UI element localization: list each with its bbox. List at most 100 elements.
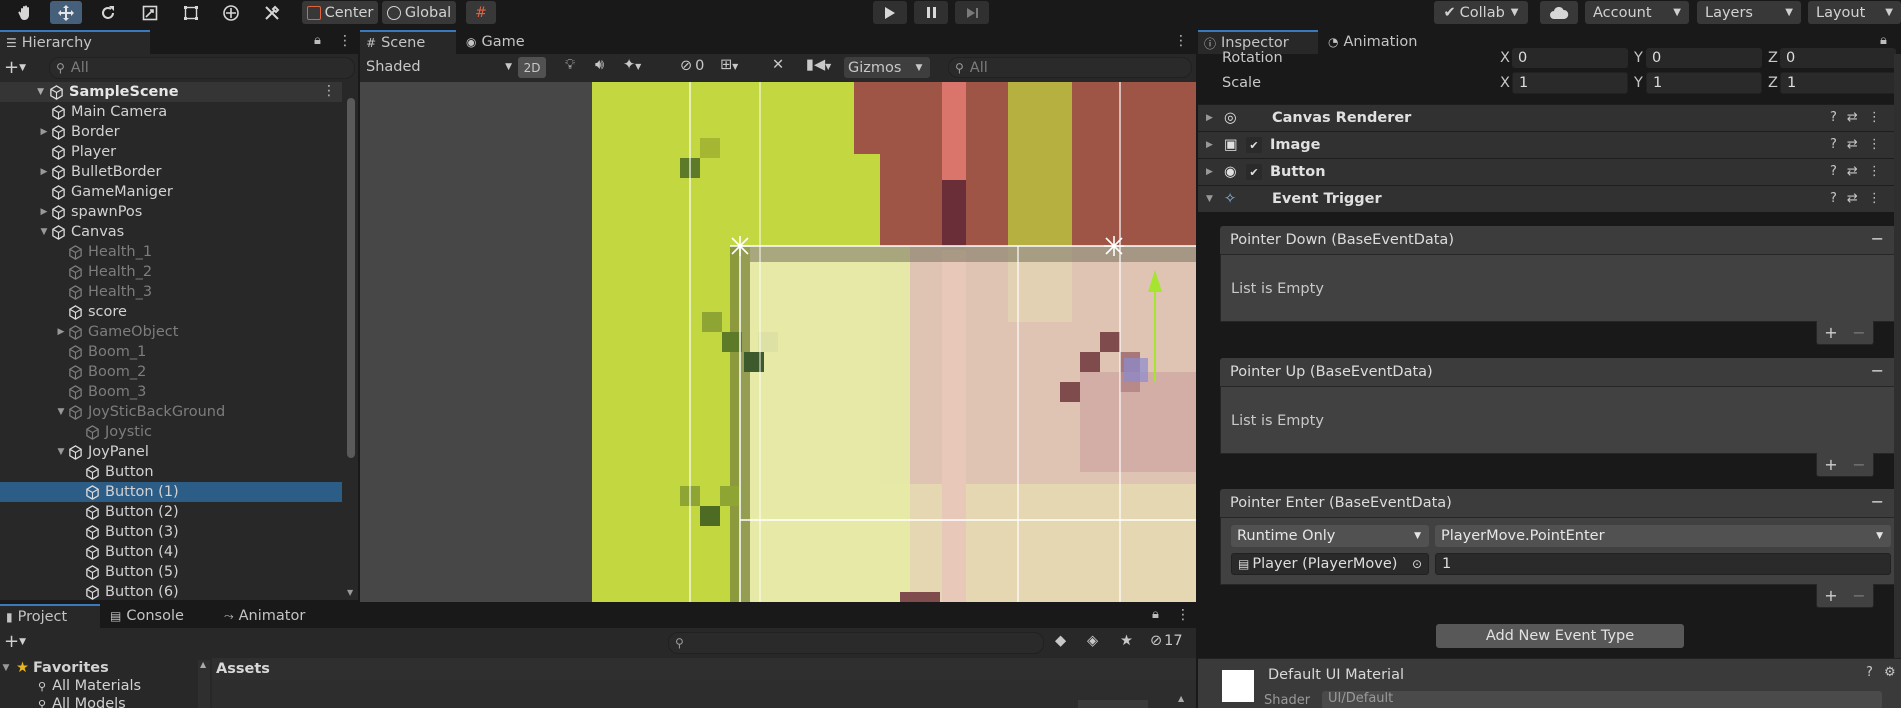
layers-dropdown[interactable]: Layers ▼ (1697, 1, 1801, 24)
effects-icon[interactable]: ✦▼ (623, 57, 641, 73)
scroll-up-icon[interactable]: ▲ (200, 660, 206, 669)
hierarchy-scrollbar[interactable]: ▼ (344, 82, 358, 600)
kebab-menu-icon[interactable]: ⋮ (1868, 191, 1881, 206)
rotate-tool-icon[interactable] (92, 1, 124, 24)
add-listener-button[interactable]: + (1824, 323, 1837, 342)
lighting-icon[interactable]: 💡︎ (565, 57, 575, 73)
hierarchy-item[interactable]: ▶ Border (0, 122, 342, 142)
add-listener-button[interactable]: + (1824, 455, 1837, 474)
rotation-z-field[interactable]: 0 (1780, 48, 1896, 68)
scroll-down-icon[interactable]: ▼ (347, 588, 353, 597)
scene-root-row[interactable]: ▼ SampleScene ⋮ (0, 82, 342, 102)
tab-game[interactable]: ◉ Game (460, 30, 540, 54)
expand-arrow-icon[interactable]: ▶ (55, 327, 67, 337)
preset-icon[interactable]: ⇄ (1847, 164, 1858, 179)
enabled-checkbox[interactable]: ✔ (1246, 164, 1262, 180)
tab-console[interactable]: ▤ Console (104, 604, 204, 628)
hierarchy-item[interactable]: Button (1) (0, 482, 342, 502)
tab-hierarchy[interactable]: ☰ Hierarchy (0, 30, 150, 54)
pivot-center-toggle[interactable]: Center (302, 1, 378, 24)
scale-tool-icon[interactable] (134, 1, 166, 24)
scale-x-field[interactable]: 1 (1512, 72, 1628, 94)
scrollbar-thumb[interactable] (347, 98, 355, 458)
expand-arrow-icon[interactable]: ▶ (38, 127, 50, 137)
layout-dropdown[interactable]: Layout ▼ (1808, 1, 1901, 24)
kebab-menu-icon[interactable]: ⋮ (1868, 164, 1881, 179)
hierarchy-item[interactable]: Health_1 (0, 242, 342, 262)
hierarchy-item[interactable]: Button (5) (0, 562, 342, 582)
favorites-row[interactable]: ▼ ★ Favorites (0, 658, 212, 678)
hierarchy-item[interactable]: ▶ BulletBorder (0, 162, 342, 182)
collab-dropdown[interactable]: ✔ Collab ▼ (1434, 1, 1528, 24)
scene-search-input[interactable]: ⚲ All (948, 57, 1192, 78)
hierarchy-item[interactable]: Button (3) (0, 522, 342, 542)
hierarchy-item[interactable]: Button (2) (0, 502, 342, 522)
camera-icon[interactable]: ▮◀▼ (806, 57, 831, 73)
expand-arrow-icon[interactable]: ▶ (38, 207, 50, 217)
step-button[interactable] (955, 1, 989, 24)
remove-listener-button[interactable]: − (1852, 455, 1865, 474)
hierarchy-item[interactable]: ▼ JoyPanel (0, 442, 342, 462)
move-tool-icon[interactable] (50, 1, 82, 24)
create-button[interactable]: +▼ (4, 58, 26, 78)
rect-tool-icon[interactable] (175, 1, 207, 24)
settings-icon[interactable]: ⚙ (1884, 665, 1896, 680)
preset-icon[interactable]: ⇄ (1847, 137, 1858, 152)
scene-visibility-toggle[interactable]: ⊘ 0 (680, 58, 704, 74)
hand-tool-icon[interactable] (10, 1, 42, 24)
expand-arrow-icon[interactable]: ▶ (1206, 140, 1220, 150)
expand-arrow-icon[interactable]: ▼ (0, 87, 44, 97)
help-icon[interactable]: ? (1830, 191, 1837, 206)
hierarchy-item[interactable]: Boom_2 (0, 362, 342, 382)
rotation-x-field[interactable]: 0 (1512, 48, 1628, 68)
rotation-y-field[interactable]: 0 (1646, 48, 1762, 68)
component-canvas-renderer[interactable]: ▶ ◎ Canvas Renderer (1198, 104, 1901, 131)
hierarchy-item[interactable]: ▼ JoySticBackGround (0, 402, 342, 422)
hierarchy-item[interactable]: Health_3 (0, 282, 342, 302)
tab-animator[interactable]: ⤳ Animator (218, 604, 318, 628)
add-listener-button[interactable]: + (1824, 586, 1837, 605)
hierarchy-item[interactable]: Boom_1 (0, 342, 342, 362)
remove-event-button[interactable]: − (1871, 229, 1884, 248)
help-icon[interactable]: ? (1830, 110, 1837, 125)
kebab-menu-icon[interactable]: ⋮ (1868, 137, 1881, 152)
kebab-menu-icon[interactable]: ⋮ (338, 33, 352, 49)
pause-button[interactable] (914, 1, 948, 24)
component-image[interactable]: ▶ ▣ ✔ Image (1198, 131, 1901, 158)
scroll-up-icon[interactable]: ▲ (1178, 694, 1184, 703)
grid-snap-icon[interactable]: ⊞▼ (720, 57, 738, 73)
play-button[interactable] (873, 1, 907, 24)
hierarchy-item[interactable]: ▼ Canvas (0, 222, 342, 242)
favorites-scrollbar[interactable]: ▲ (198, 660, 210, 708)
hierarchy-item[interactable]: GameManiger (0, 182, 342, 202)
kebab-menu-icon[interactable]: ⋮ (1174, 33, 1188, 49)
hierarchy-item[interactable]: Boom_3 (0, 382, 342, 402)
hierarchy-item[interactable]: Button (6) (0, 582, 342, 600)
favorite-item[interactable]: ⚲ All Models (0, 694, 212, 708)
remove-event-button[interactable]: − (1871, 492, 1884, 511)
filter-type-icon[interactable]: ◆ (1055, 633, 1066, 649)
object-picker-icon[interactable]: ⊙ (1412, 557, 1422, 571)
project-search-input[interactable]: ⚲ (668, 632, 1044, 654)
component-event-trigger[interactable]: ▼ ✧ Event Trigger (1198, 185, 1901, 212)
gizmos-dropdown[interactable]: Gizmos ▼ (844, 57, 930, 78)
scale-y-field[interactable]: 1 (1646, 72, 1762, 94)
preset-icon[interactable]: ⇄ (1847, 191, 1858, 206)
shading-mode-dropdown[interactable]: Shaded ▼ (366, 57, 512, 77)
label-icon[interactable]: ◈ (1087, 633, 1098, 649)
hierarchy-item[interactable]: Main Camera (0, 102, 342, 122)
component-button[interactable]: ▶ ◉ ✔ Button (1198, 158, 1901, 185)
expand-arrow-icon[interactable]: ▼ (0, 663, 12, 673)
shader-dropdown[interactable]: UI/Default (1322, 691, 1882, 708)
global-local-toggle[interactable]: Global (382, 1, 456, 24)
cloud-button[interactable] (1540, 1, 1578, 24)
hidden-packages-toggle[interactable]: ⊘ 17 (1150, 633, 1183, 649)
expand-arrow-icon[interactable]: ▼ (1206, 194, 1220, 204)
expand-arrow-icon[interactable]: ▶ (1206, 113, 1220, 123)
preset-icon[interactable]: ⇄ (1847, 110, 1858, 125)
scale-z-field[interactable]: 1 (1780, 72, 1896, 94)
help-icon[interactable]: ? (1830, 164, 1837, 179)
favorite-item[interactable]: ⚲ All Materials (0, 676, 212, 696)
hierarchy-item[interactable]: ▶ spawnPos (0, 202, 342, 222)
hierarchy-item[interactable]: Health_2 (0, 262, 342, 282)
